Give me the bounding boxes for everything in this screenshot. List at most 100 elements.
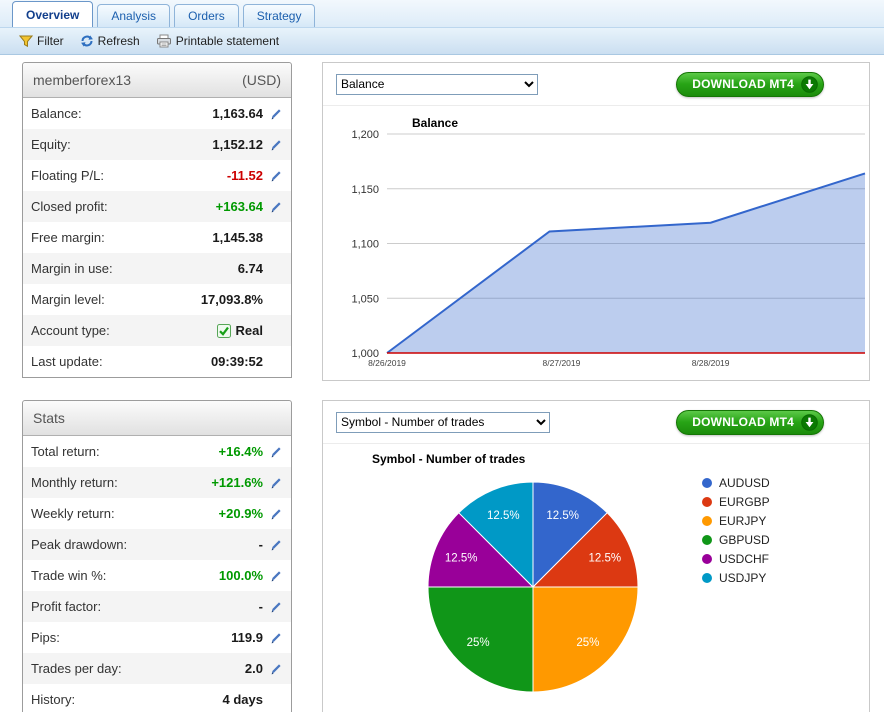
account-panel: memberforex13 (USD) Balance: 1,163.64 Eq… xyxy=(22,62,292,378)
account-type-value: Real xyxy=(236,323,263,338)
row-label: History: xyxy=(31,692,223,707)
row-label: Floating P/L: xyxy=(31,168,227,183)
row-value: 119.9 xyxy=(231,630,263,645)
legend-item: USDJPY xyxy=(702,568,770,587)
checkbox-checked-icon xyxy=(217,324,231,338)
row-value: 1,145.38 xyxy=(212,230,263,245)
table-row: Weekly return: +20.9% xyxy=(23,498,291,529)
svg-text:12.5%: 12.5% xyxy=(546,510,579,522)
table-row: Equity: 1,152.12 xyxy=(23,129,291,160)
svg-text:12.5%: 12.5% xyxy=(588,552,621,564)
table-row: Profit factor: - xyxy=(23,591,291,622)
row-label: Last update: xyxy=(31,354,211,369)
symbol-panel-toolbar: Symbol - Number of trades DOWNLOAD MT4 xyxy=(323,401,869,444)
table-row: Total return: +16.4% xyxy=(23,436,291,467)
printable-statement-label: Printable statement xyxy=(176,34,279,48)
mini-chart-icon[interactable] xyxy=(263,476,283,490)
mini-chart-icon[interactable] xyxy=(263,138,283,152)
tab-overview[interactable]: Overview xyxy=(12,1,93,27)
legend-bullet xyxy=(702,516,712,526)
filter-button[interactable]: Filter xyxy=(14,32,69,50)
row-value: 09:39:52 xyxy=(211,354,263,369)
svg-text:1,100: 1,100 xyxy=(351,239,379,251)
legend-item: EURJPY xyxy=(702,511,770,530)
download-mt4-button[interactable]: DOWNLOAD MT4 xyxy=(676,72,824,97)
row-value: 1,152.12 xyxy=(212,137,263,152)
svg-text:12.5%: 12.5% xyxy=(487,510,520,522)
refresh-label: Refresh xyxy=(98,34,140,48)
svg-text:8/26/2019: 8/26/2019 xyxy=(368,358,406,368)
pie-legend: AUDUSD EURGBP EURJPY GBPUSD USDCHF USDJP… xyxy=(702,473,770,587)
account-currency: (USD) xyxy=(242,72,281,88)
row-label: Total return: xyxy=(31,444,219,459)
legend-item: EURGBP xyxy=(702,492,770,511)
stats-panel: Stats Total return: +16.4% Monthly retur… xyxy=(22,400,292,712)
row-label: Closed profit: xyxy=(31,199,216,214)
mini-chart-icon[interactable] xyxy=(263,662,283,676)
tab-orders[interactable]: Orders xyxy=(174,4,239,27)
filter-icon xyxy=(19,34,33,48)
download-mt4-label: DOWNLOAD MT4 xyxy=(692,77,794,91)
row-label: Profit factor: xyxy=(31,599,259,614)
svg-text:8/28/2019: 8/28/2019 xyxy=(692,358,730,368)
symbol-chart-select[interactable]: Symbol - Number of trades xyxy=(336,412,550,433)
download-arrow-icon xyxy=(801,76,818,93)
row-label: Margin level: xyxy=(31,292,201,307)
balance-panel-toolbar: Balance DOWNLOAD MT4 xyxy=(323,63,869,106)
row-value: +163.64 xyxy=(216,199,263,214)
filter-label: Filter xyxy=(37,34,64,48)
svg-text:1,200: 1,200 xyxy=(351,129,379,141)
tab-analysis[interactable]: Analysis xyxy=(97,4,170,27)
account-name: memberforex13 xyxy=(33,72,131,88)
mini-chart-icon[interactable] xyxy=(263,538,283,552)
legend-bullet xyxy=(702,478,712,488)
legend-bullet xyxy=(702,554,712,564)
symbol-pie-panel: Symbol - Number of trades DOWNLOAD MT4 S… xyxy=(322,400,870,712)
mini-chart-icon[interactable] xyxy=(263,107,283,121)
row-label: Trades per day: xyxy=(31,661,245,676)
printer-icon xyxy=(156,34,172,48)
mini-chart-icon[interactable] xyxy=(263,445,283,459)
legend-label: AUDUSD xyxy=(719,476,770,490)
table-row: Closed profit: +163.64 xyxy=(23,191,291,222)
tab-bar: Overview Analysis Orders Strategy xyxy=(0,0,884,27)
row-value: 4 days xyxy=(223,692,263,707)
row-label: Trade win %: xyxy=(31,568,219,583)
svg-text:8/27/2019: 8/27/2019 xyxy=(543,358,581,368)
row-value: 6.74 xyxy=(238,261,263,276)
download-arrow-icon xyxy=(801,414,818,431)
legend-bullet xyxy=(702,573,712,583)
mini-chart-icon[interactable] xyxy=(263,600,283,614)
table-row: Balance: 1,163.64 xyxy=(23,98,291,129)
tab-strategy[interactable]: Strategy xyxy=(243,4,316,27)
svg-text:1,150: 1,150 xyxy=(351,184,379,196)
row-label: Pips: xyxy=(31,630,231,645)
legend-label: EURGBP xyxy=(719,495,770,509)
row-value: +20.9% xyxy=(219,506,263,521)
download-mt4-button[interactable]: DOWNLOAD MT4 xyxy=(676,410,824,435)
legend-label: USDJPY xyxy=(719,571,766,585)
table-row: Margin in use: 6.74 xyxy=(23,253,291,284)
mini-chart-icon[interactable] xyxy=(263,631,283,645)
svg-text:25%: 25% xyxy=(576,637,599,649)
legend-item: AUDUSD xyxy=(702,473,770,492)
mini-chart-icon[interactable] xyxy=(263,569,283,583)
balance-chart-select[interactable]: Balance xyxy=(336,74,538,95)
tab-strip: Overview Analysis Orders Strategy xyxy=(12,1,315,27)
mini-chart-icon[interactable] xyxy=(263,200,283,214)
legend-label: EURJPY xyxy=(719,514,766,528)
mini-chart-icon[interactable] xyxy=(263,169,283,183)
table-row: Trade win %: 100.0% xyxy=(23,560,291,591)
svg-text:12.5%: 12.5% xyxy=(445,552,478,564)
refresh-button[interactable]: Refresh xyxy=(75,32,145,50)
download-mt4-label: DOWNLOAD MT4 xyxy=(692,415,794,429)
mini-chart-icon[interactable] xyxy=(263,507,283,521)
row-label: Free margin: xyxy=(31,230,212,245)
row-label: Monthly return: xyxy=(31,475,211,490)
legend-bullet xyxy=(702,535,712,545)
printable-statement-button[interactable]: Printable statement xyxy=(151,32,284,50)
row-label: Weekly return: xyxy=(31,506,219,521)
row-value: Real xyxy=(217,323,263,338)
table-row: Free margin: 1,145.38 xyxy=(23,222,291,253)
refresh-icon xyxy=(80,34,94,48)
